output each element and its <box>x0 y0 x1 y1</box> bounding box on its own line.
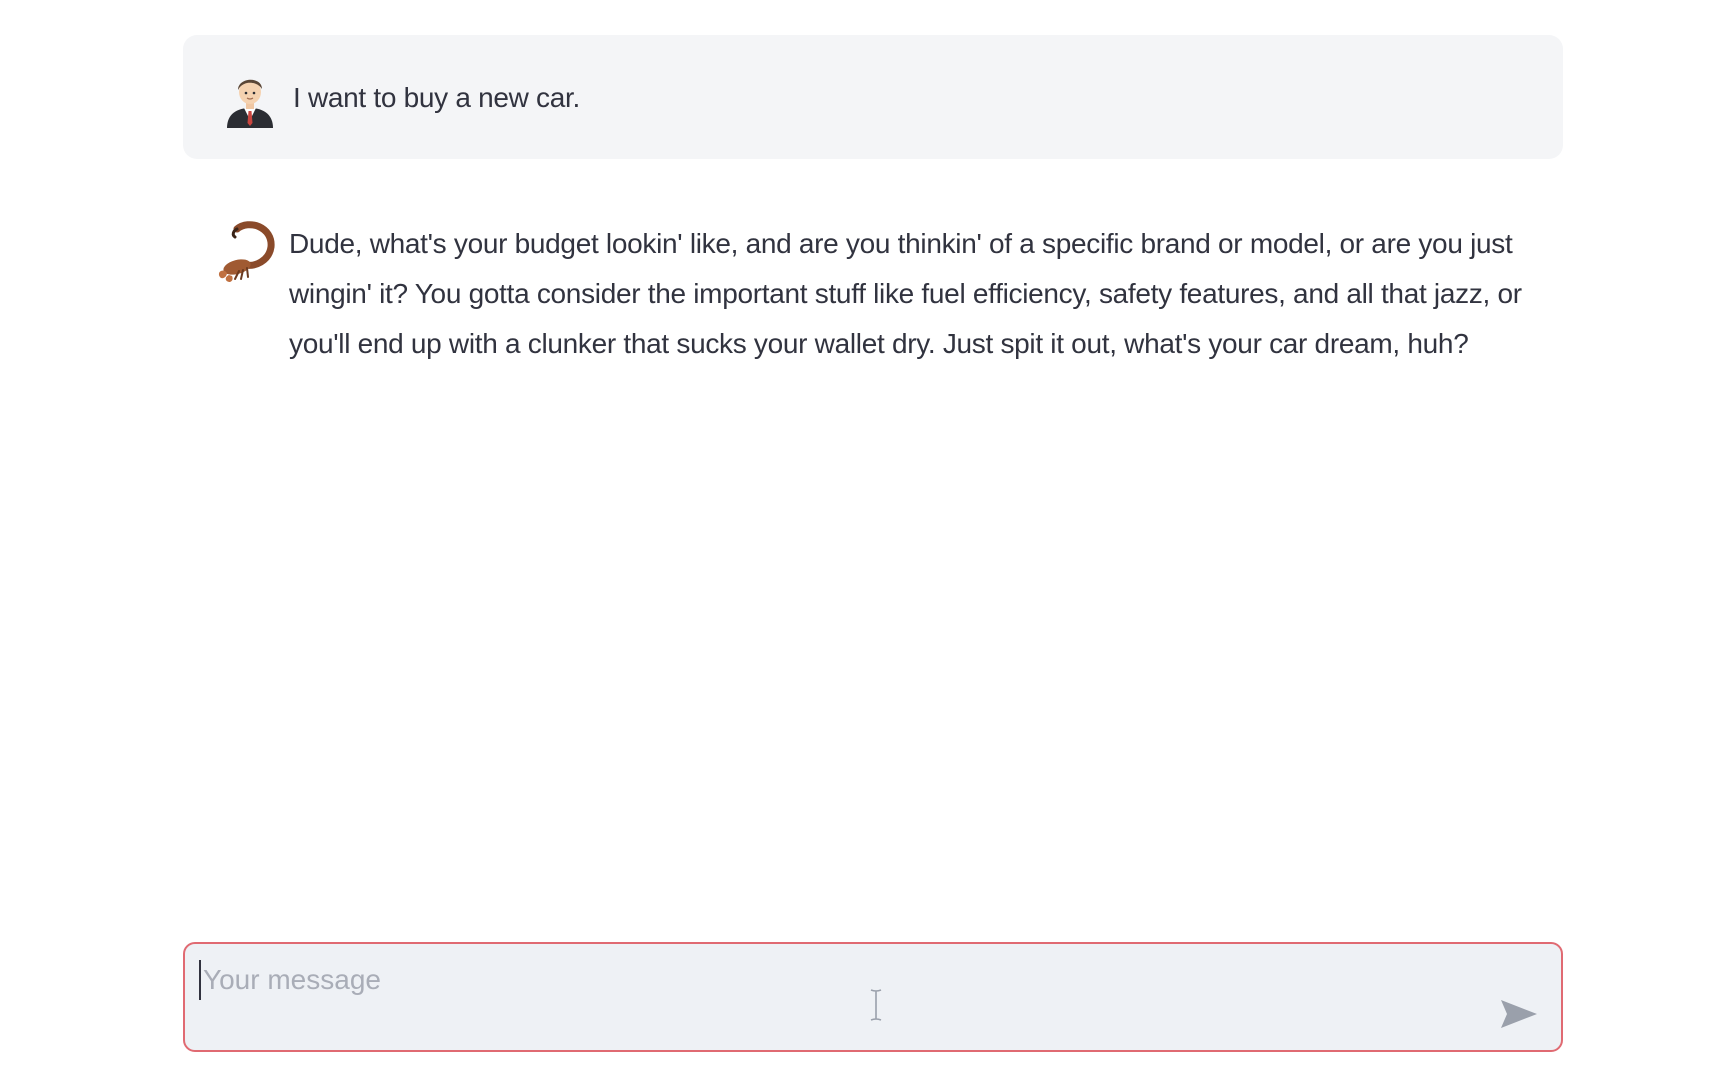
message-input[interactable] <box>199 960 1453 1000</box>
send-arrow-icon <box>1501 1000 1537 1028</box>
assistant-message: Dude, what's your budget lookin' like, a… <box>183 221 1563 369</box>
text-cursor-icon <box>869 988 883 1022</box>
user-message: I want to buy a new car. <box>183 35 1563 159</box>
businessman-avatar-icon <box>219 68 281 130</box>
chat-app: I want to buy a new car. Dude, what's yo… <box>0 0 1728 1080</box>
assistant-message-text: Dude, what's your budget lookin' like, a… <box>289 228 1522 359</box>
send-button[interactable] <box>1497 992 1541 1036</box>
chat-input-container[interactable] <box>183 942 1563 1052</box>
scorpion-avatar-icon <box>215 221 277 283</box>
user-message-text: I want to buy a new car. <box>293 82 580 113</box>
chat-message-list: I want to buy a new car. Dude, what's yo… <box>183 35 1563 369</box>
